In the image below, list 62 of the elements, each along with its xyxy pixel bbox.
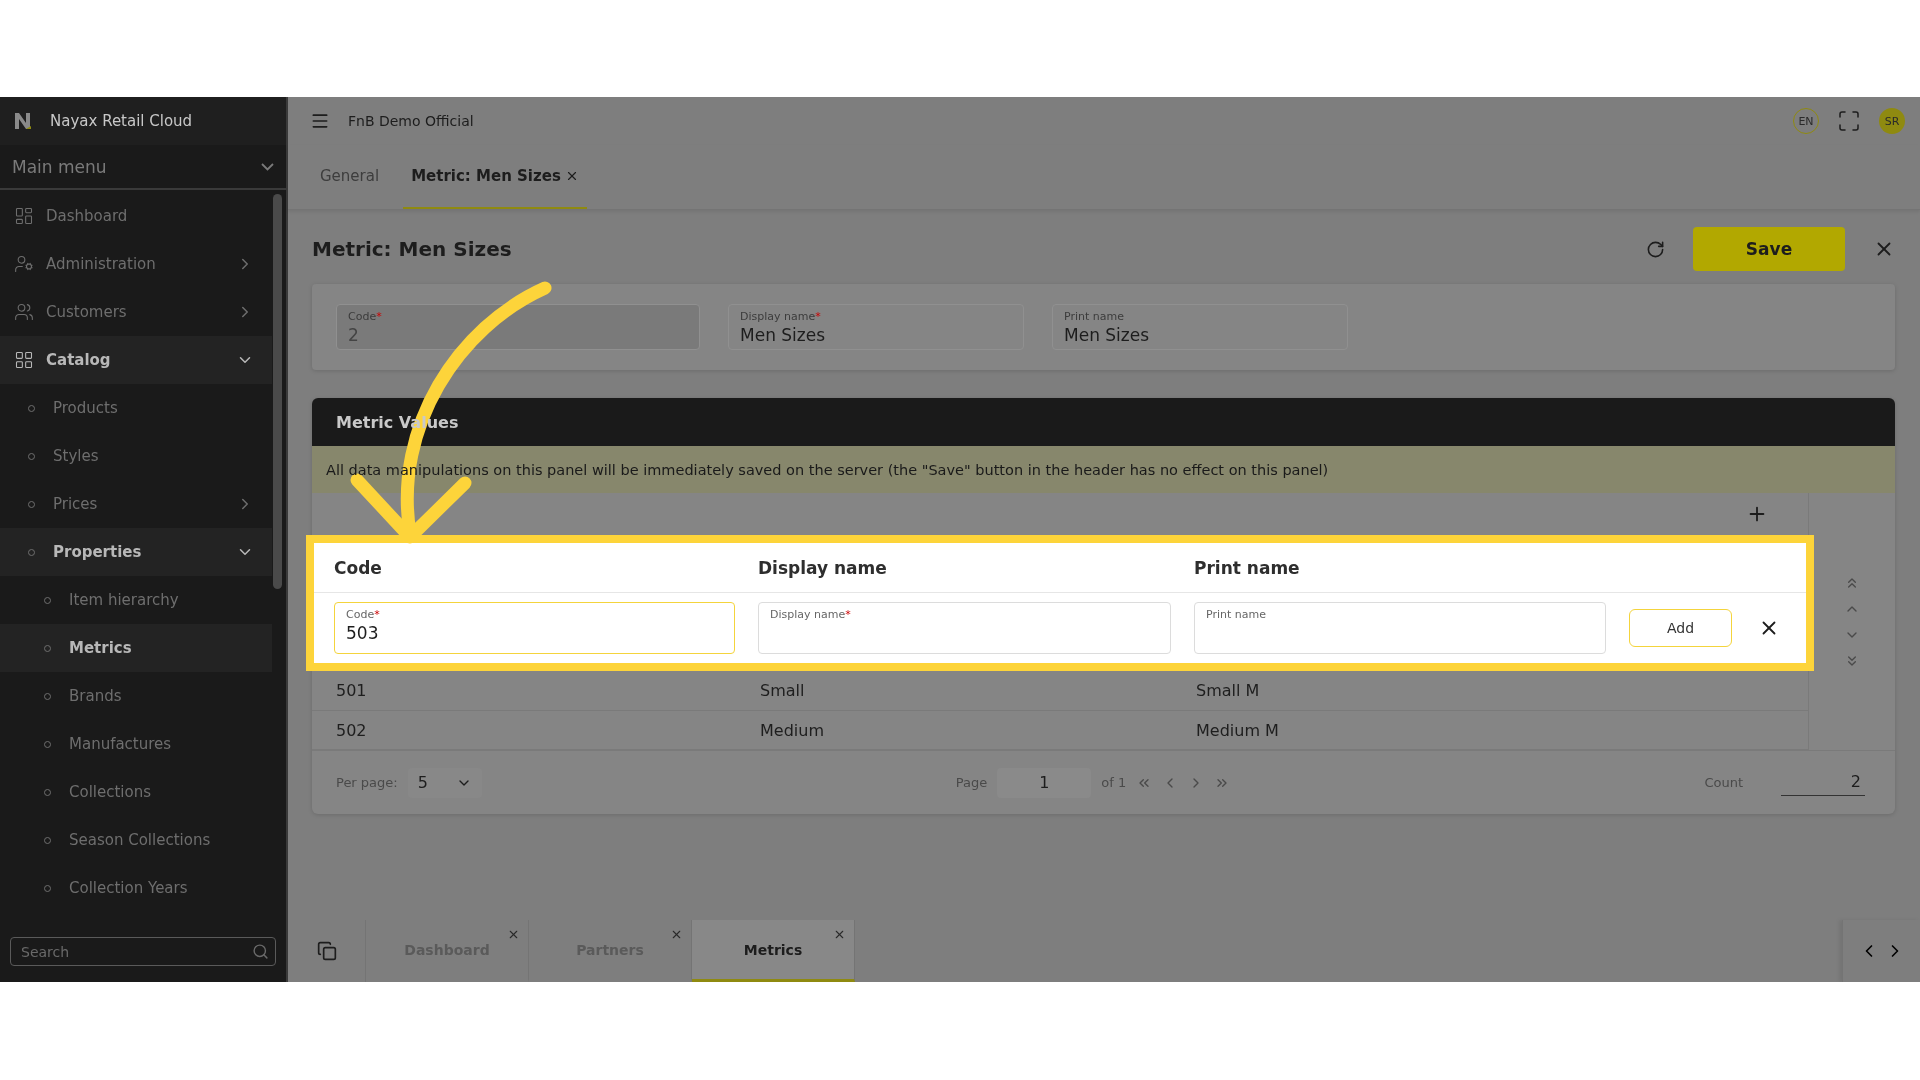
brand-name: Nayax Retail Cloud [50, 112, 193, 130]
windows-icon[interactable] [316, 941, 337, 961]
table-cell-text: 501 [336, 681, 368, 700]
sidebar-item[interactable]: Metrics [0, 624, 272, 672]
chevron-down-icon [261, 162, 274, 171]
tab[interactable]: General [312, 145, 388, 209]
organization-name: FnB Demo Official [348, 113, 475, 129]
refresh-icon[interactable] [1646, 239, 1665, 259]
table-cell-text: 502 [336, 720, 368, 740]
input-field[interactable]: Code* 503 [334, 602, 735, 654]
sidebar-item[interactable]: Brands [0, 672, 272, 720]
tab[interactable]: Metric: Men Sizes [403, 145, 587, 209]
fullscreen-icon[interactable] [1837, 109, 1861, 133]
page-title: Metric: Men Sizes [312, 237, 513, 261]
page-count: of 1 [1101, 775, 1127, 790]
input-field[interactable]: Print name Men Sizes [1052, 304, 1348, 350]
table-cell-text: Small M [1196, 681, 1261, 700]
search-input[interactable]: Search [19, 942, 252, 961]
column-header: Code [334, 557, 383, 578]
bottom-tab[interactable]: Metrics [692, 920, 855, 982]
sidebar-item[interactable]: Collections [0, 768, 272, 816]
sidebar-item[interactable]: Catalog [0, 336, 272, 384]
sidebar-item[interactable]: Customers [0, 288, 272, 336]
menu-item-icon [14, 206, 34, 226]
sidebar-item[interactable]: Season Collections [0, 816, 272, 864]
save-button[interactable]: Save [1693, 227, 1845, 271]
sidebar-item[interactable]: Collection Years [0, 864, 272, 912]
sidebar-item[interactable]: Item hierarchy [0, 576, 272, 624]
input-field[interactable]: Display name* Men Sizes [728, 304, 1024, 350]
sidebar-item[interactable]: Prices [0, 480, 272, 528]
sidebar-item[interactable]: Products [0, 384, 272, 432]
sidebar-item[interactable]: Manufactures [0, 720, 272, 768]
menu-item-icon [14, 254, 34, 274]
input-field[interactable]: Display name* [758, 602, 1171, 654]
page-label: Page [955, 775, 988, 790]
per-page-label: Per page: [336, 775, 398, 790]
user-avatar[interactable]: SR [1879, 108, 1905, 134]
close-icon[interactable] [507, 928, 520, 941]
sidebar-item[interactable]: Properties [0, 528, 272, 576]
column-header: Print name [1194, 557, 1301, 578]
close-icon[interactable] [670, 928, 683, 941]
table-cell-text: Small [760, 681, 806, 700]
sidebar-item[interactable]: Styles [0, 432, 272, 480]
table-cell-text: Medium M [1196, 720, 1280, 740]
table-cell-text: Medium [760, 720, 825, 740]
sidebar-item[interactable]: Administration [0, 240, 272, 288]
menu-item-icon [14, 302, 34, 322]
count-label: Count [1704, 775, 1743, 790]
column-header: Display name [758, 557, 888, 578]
count-value: 2 [1781, 769, 1865, 796]
add-button[interactable]: Add [1629, 609, 1732, 647]
sidebar-item[interactable]: Dashboard [0, 192, 272, 240]
page-field[interactable]: 1 [997, 767, 1092, 798]
logo-icon [14, 112, 32, 130]
search-field[interactable]: Search [10, 937, 276, 966]
input-field[interactable]: Print name [1194, 602, 1606, 654]
menu-icon[interactable] [310, 111, 330, 131]
close-icon[interactable] [833, 928, 846, 941]
menu-item-icon [14, 350, 34, 370]
main-menu-header[interactable]: Main menu [0, 145, 286, 190]
scrollbar-thumb[interactable] [273, 194, 282, 589]
search-icon [252, 943, 269, 960]
